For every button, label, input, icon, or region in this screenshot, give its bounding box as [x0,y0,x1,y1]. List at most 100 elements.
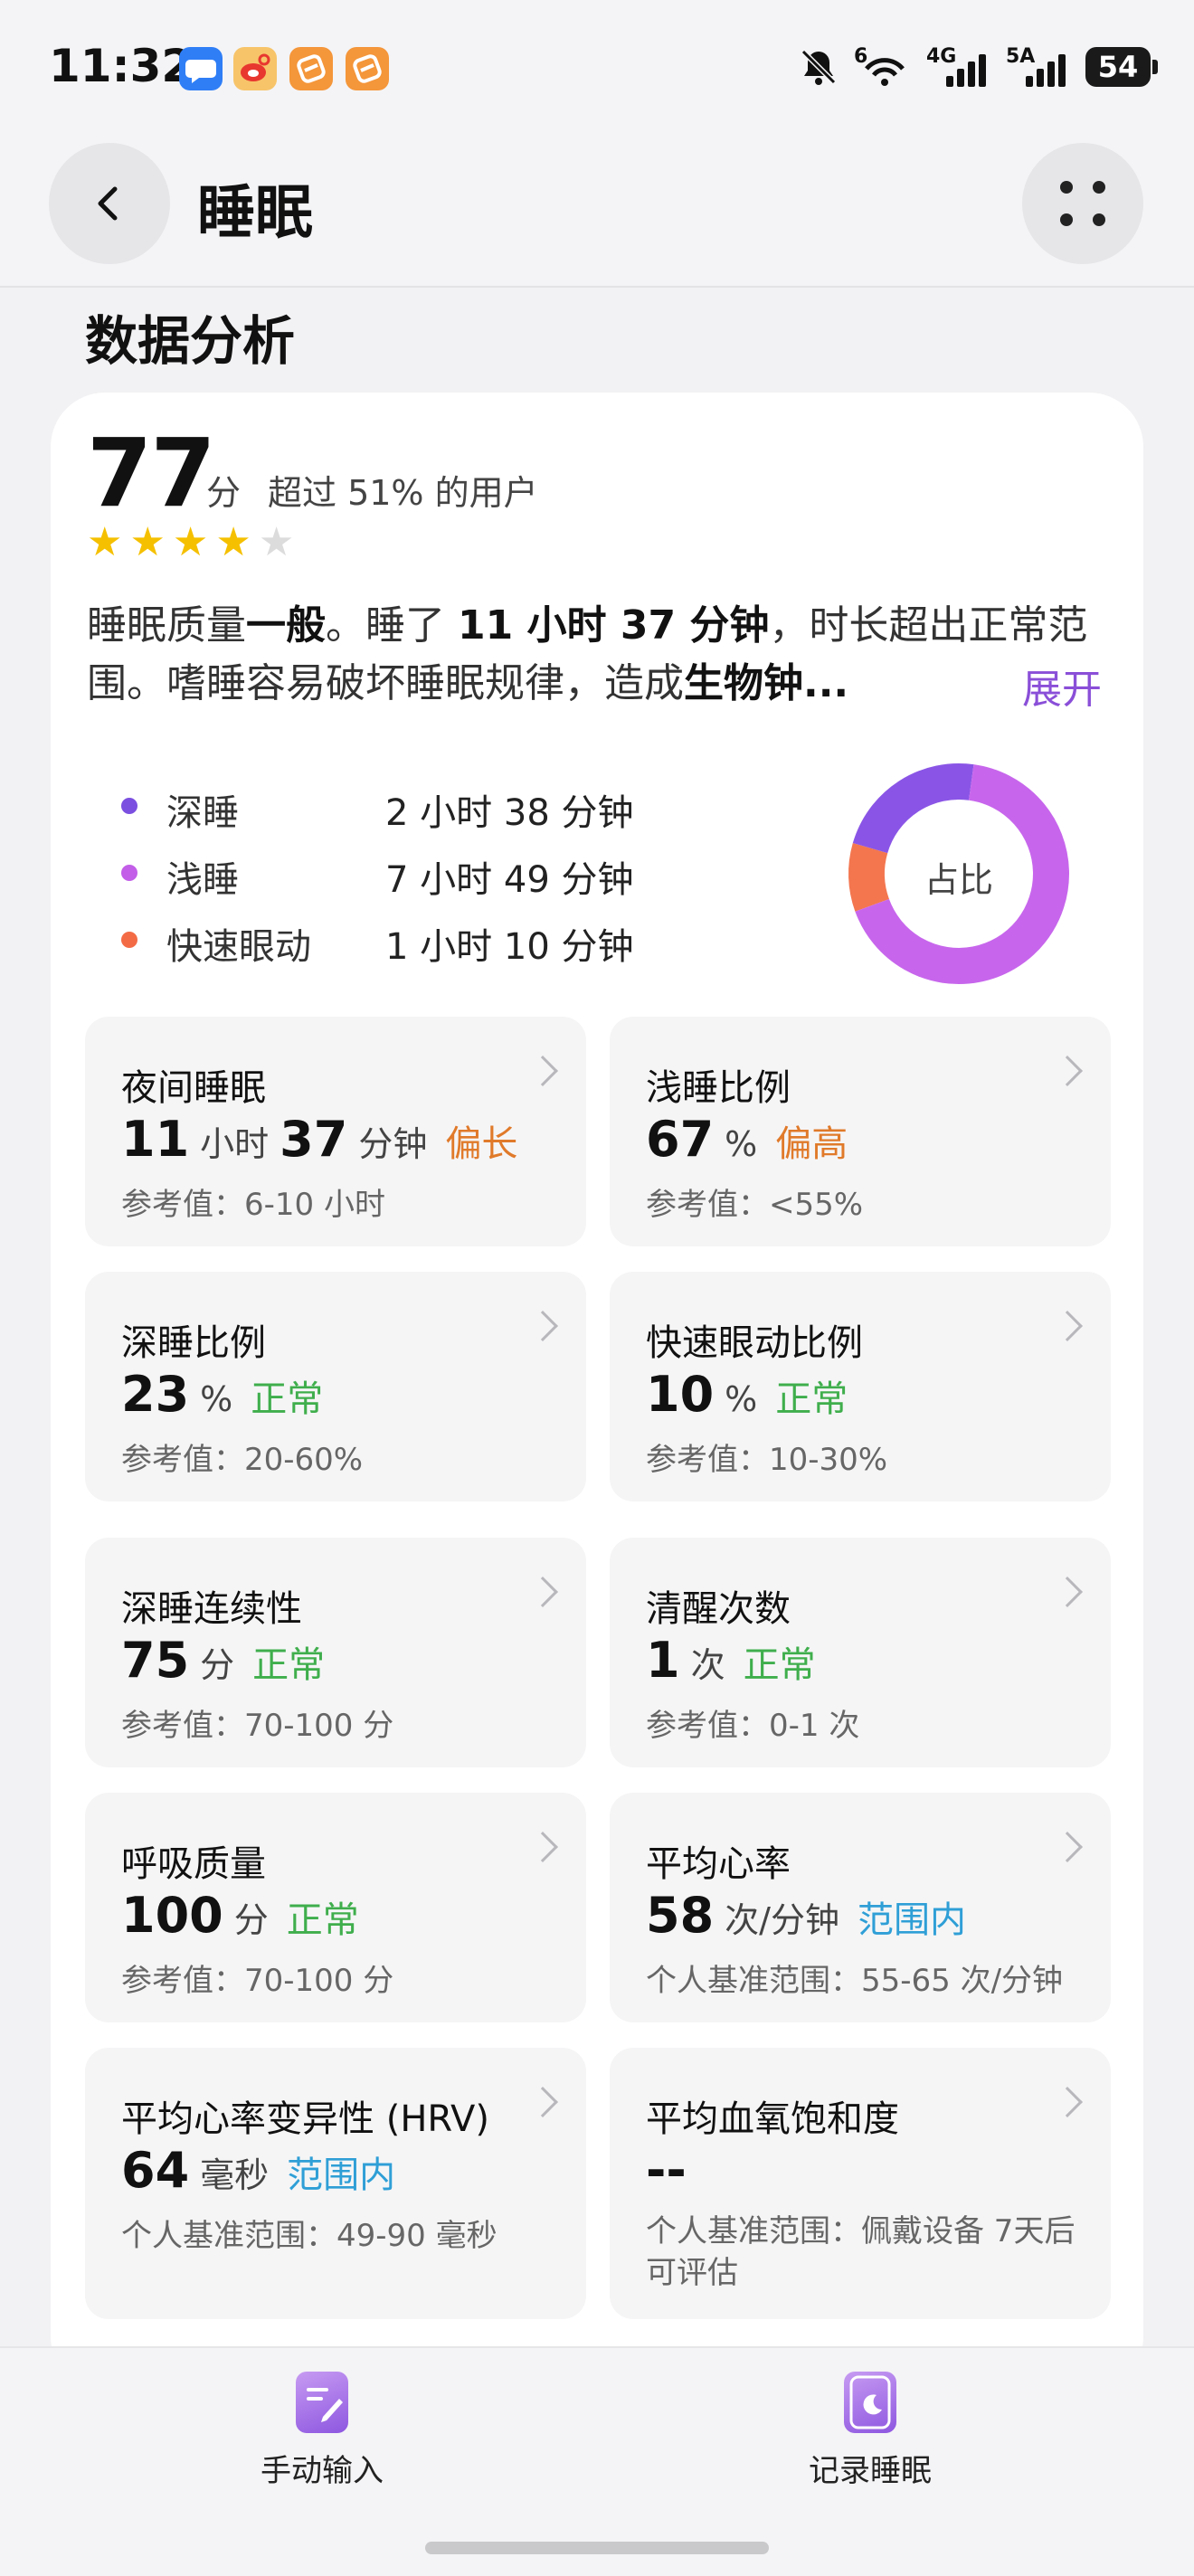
metric-number: 67 [646,1111,715,1168]
chevron-right-icon [527,2087,558,2117]
manual-input-button[interactable]: 手动输入 [186,2372,458,2490]
status-bar: 11:32 6 4G 5A 54 [0,0,1194,145]
metric-card[interactable]: 浅睡比例 67% 偏高 参考值：<55% [610,1017,1111,1246]
page-title: 睡眠 [197,180,313,247]
record-sleep-button[interactable]: 记录睡眠 [734,2372,1006,2490]
metric-number: 100 [121,1887,223,1944]
metric-card[interactable]: 夜间睡眠 11 小时 37 分钟 偏长参考值：6-10 小时 [85,1017,586,1246]
legend-item: 深睡 2 小时 38 分钟 [121,778,664,834]
metric-card[interactable]: 快速眼动比例 10% 正常参考值：10-30% [610,1272,1111,1501]
metric-reference: 个人基准范围：55-65 次/分钟 [646,1963,1064,1999]
metric-title: 平均血氧饱和度 [646,2098,899,2140]
chevron-right-icon [527,1832,558,1862]
sleep-summary: 睡眠质量一般。睡了 11 小时 37 分钟，时长超出正常范围。嗜睡容易破坏睡眠规… [87,597,1118,713]
metric-unit: 次/分钟 [725,1900,839,1940]
star-icon: ★ [172,519,209,565]
chevron-right-icon [1052,1577,1083,1607]
chevron-right-icon [1052,1311,1083,1341]
legend-value: 7 小时 49 分钟 [385,859,634,901]
metric-status-badge: 范围内 [287,2155,396,2196]
manual-input-label: 手动输入 [261,2453,384,2489]
metric-card[interactable]: 深睡连续性 75 分正常 参考值：70-100 分 [85,1538,586,1767]
mute-bell-icon [798,46,839,88]
star-icon: ★ [129,519,166,565]
metric-unit: 分 [200,1645,235,1685]
more-options-button[interactable] [1022,143,1143,264]
metric-card[interactable]: 平均心率 58 次/分钟 范围内个人基准范围：55-65 次/分钟 [610,1793,1111,2022]
status-time: 11:32 [49,40,194,92]
expand-link[interactable]: 展开 [1022,657,1102,715]
metric-number: 10 [646,1366,715,1423]
dot [1060,213,1073,226]
metric-status-badge: 偏长 [445,1123,518,1165]
metric-reference: 个人基准范围：49-90 毫秒 [121,2218,498,2254]
legend-dot-icon [121,798,137,814]
score-unit: 分 [206,473,242,513]
legend-value: 2 小时 38 分钟 [385,792,634,834]
metric-card[interactable]: 呼吸质量 100 分正常 参考值：70-100 分 [85,1793,586,2022]
metric-title: 平均心率 [646,1843,791,1885]
metric-unit: 分钟 [358,1124,428,1164]
legend-label: 浅睡 [166,859,239,901]
metric-unit: % [200,1379,233,1419]
metric-unit: 毫秒 [200,2155,270,2195]
metric-reference: 参考值：6-10 小时 [121,1187,385,1223]
metric-title: 清醒次数 [646,1588,791,1630]
dot [1093,213,1105,226]
metric-number: -- [646,2142,687,2199]
chevron-right-icon [1052,2087,1083,2117]
metric-reference: 参考值：20-60% [121,1442,364,1478]
chevron-right-icon [1052,1832,1083,1862]
chevron-right-icon [527,1056,558,1086]
metric-reference: 参考值：<55% [646,1187,864,1223]
legend-dot-icon [121,865,137,881]
chevron-right-icon [527,1577,558,1607]
metric-number: 23 [121,1366,190,1423]
metric-value: 64 毫秒 范围内 [121,2142,395,2199]
metric-value: 10% 正常 [646,1366,848,1423]
battery-icon: 54 [1085,47,1158,87]
summary-highlight: 11 小时 37 分钟 [458,602,770,649]
section-title: 数据分析 [85,310,296,372]
metric-reference: 参考值：0-1 次 [646,1708,860,1744]
metric-card[interactable]: 平均心率变异性 (HRV) 64 毫秒 范围内 个人基准范围：49-90 毫秒 [85,2048,586,2319]
notification-app-icon [289,47,333,90]
metric-title: 夜间睡眠 [121,1067,266,1109]
legend-dot-icon [121,932,137,948]
metric-number: 58 [646,1887,715,1944]
metric-reference: 个人基准范围：佩戴设备 7天后可评估 [646,2213,1076,2291]
metric-status-badge: 正常 [775,1378,848,1420]
sleep-moon-icon [844,2372,896,2433]
star-icon: ★ [258,519,295,565]
metric-card[interactable]: 清醒次数 1 次正常 参考值：0-1 次 [610,1538,1111,1767]
metric-card[interactable]: 平均血氧饱和度 -- 个人基准范围：佩戴设备 7天后可评估 [610,2048,1111,2319]
metric-title: 快速眼动比例 [646,1322,863,1364]
battery-level: 54 [1085,47,1151,87]
dot [1060,181,1073,194]
metric-value: 58 次/分钟 范围内 [646,1887,966,1944]
signal-4g-icon: 4G [926,45,991,89]
metric-number: 64 [121,2142,190,2199]
sleep-score: 77 [87,418,216,528]
metric-reference: 参考值：10-30% [646,1442,888,1478]
metric-unit: 分 [233,1900,269,1940]
metric-value: 75 分正常 [121,1632,325,1689]
metric-unit: % [725,1124,758,1164]
app-header: 睡眠 [0,136,1194,288]
metric-unit: % [725,1379,758,1419]
metric-status-badge: 范围内 [857,1899,966,1941]
home-indicator[interactable] [425,2542,769,2554]
summary-highlight: 生物钟... [684,660,849,706]
metric-card[interactable]: 深睡比例 23% 正常 参考值：20-60% [85,1272,586,1501]
metric-value: 67% 偏高 [646,1111,848,1168]
metric-status-badge: 正常 [743,1644,816,1686]
chevron-right-icon [527,1311,558,1341]
signal-5a-icon: 5A [1006,45,1071,89]
metric-value: 11 小时 37 分钟 偏长 [121,1111,517,1168]
edit-note-icon [296,2372,348,2433]
metric-title: 深睡连续性 [121,1588,302,1630]
message-app-icon [179,47,223,90]
back-button[interactable] [49,143,170,264]
donut-segment [852,763,974,854]
chevron-right-icon [1052,1056,1083,1086]
